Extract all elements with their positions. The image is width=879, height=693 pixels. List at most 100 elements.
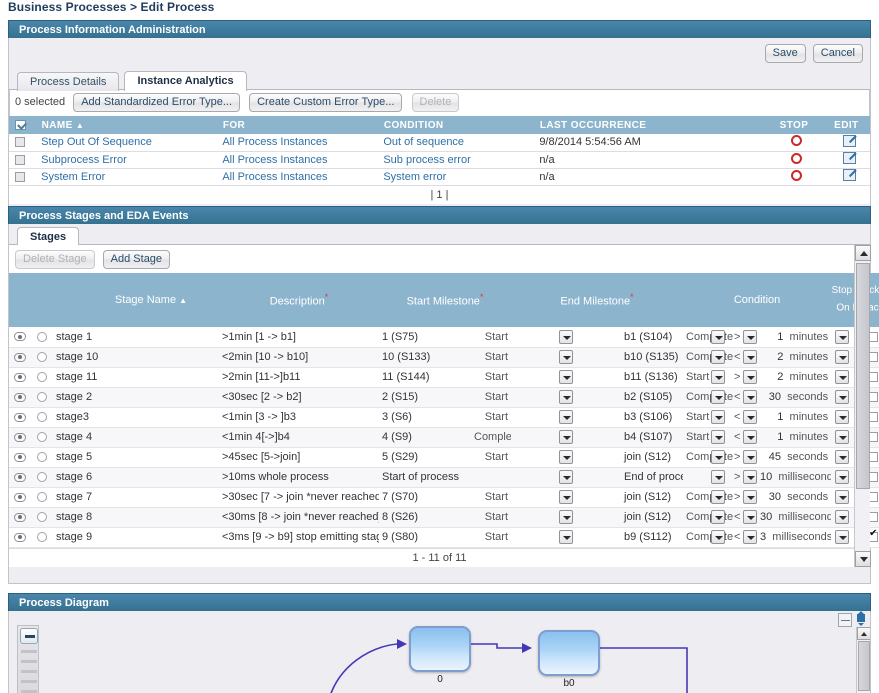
end-milestone-cell[interactable]: b10 (S135) bbox=[621, 347, 684, 368]
stage-view-cell[interactable] bbox=[9, 347, 31, 368]
column-header-edit[interactable]: EDIT bbox=[823, 116, 871, 134]
stage-view-cell[interactable] bbox=[9, 467, 31, 488]
end-event-cell[interactable]: Complete bbox=[683, 447, 733, 468]
stage-name-cell[interactable]: stage 11 bbox=[53, 367, 219, 388]
stop-circle-icon[interactable] bbox=[791, 152, 803, 164]
diagram-collapse-icon[interactable] bbox=[854, 611, 868, 627]
stage-description-cell[interactable]: >2min [11->]b11 bbox=[219, 367, 379, 388]
view-stage-icon[interactable] bbox=[14, 452, 26, 462]
table-row[interactable]: stage 8 <30ms [8 -> join *never reached] 8… bbox=[9, 507, 879, 528]
stage-name-cell[interactable]: stage 1 bbox=[53, 327, 219, 348]
start-event-dropdown[interactable] bbox=[511, 527, 622, 548]
diagram-scrollbar-thumb[interactable] bbox=[858, 641, 870, 691]
condition-unit-dropdown[interactable] bbox=[831, 347, 854, 368]
end-event-dropdown-icon[interactable] bbox=[711, 470, 726, 484]
table-row[interactable]: stage 10 <2min [10 -> b10] 10 (S133) Start b… bbox=[9, 347, 879, 368]
stage-view-cell[interactable] bbox=[9, 407, 31, 428]
end-event-cell[interactable]: Complete bbox=[683, 387, 733, 408]
condition-operator-cell[interactable]: > bbox=[731, 367, 758, 388]
stage-description-cell[interactable]: <1min [3 -> ]b3 bbox=[219, 407, 379, 428]
stage-description-cell[interactable]: >45sec [5->join] bbox=[219, 447, 379, 468]
start-event-cell[interactable]: Start bbox=[471, 507, 512, 528]
row-for-link[interactable]: All Process Instances bbox=[222, 136, 327, 148]
start-milestone-cell[interactable]: 11 (S144) bbox=[379, 367, 471, 388]
stage-select-cell[interactable] bbox=[31, 467, 53, 488]
diagram-node[interactable] bbox=[409, 626, 471, 672]
condition-operator-cell[interactable]: < bbox=[731, 347, 758, 368]
condition-unit-dropdown-icon[interactable] bbox=[835, 430, 850, 444]
row-stop-cell[interactable] bbox=[764, 134, 824, 152]
error-table-pager[interactable]: | 1 | bbox=[9, 185, 870, 204]
end-event-dropdown-icon[interactable] bbox=[711, 329, 726, 344]
select-stage-radio[interactable] bbox=[37, 432, 47, 443]
condition-value-cell[interactable]: 30 seconds bbox=[757, 387, 832, 408]
operator-dropdown-icon[interactable] bbox=[743, 410, 758, 424]
stage-select-cell[interactable] bbox=[31, 347, 53, 368]
stage-name-cell[interactable]: stage3 bbox=[53, 407, 219, 428]
view-stage-icon[interactable] bbox=[14, 412, 26, 422]
table-row[interactable]: System Error All Process Instances Syste… bbox=[9, 168, 870, 186]
operator-dropdown-icon[interactable] bbox=[743, 490, 758, 504]
condition-value-cell[interactable]: 45 seconds bbox=[757, 447, 832, 468]
condition-unit-dropdown[interactable] bbox=[831, 487, 854, 508]
condition-unit-dropdown-icon[interactable] bbox=[835, 450, 850, 464]
operator-dropdown-icon[interactable] bbox=[743, 370, 758, 384]
start-event-dropdown-icon[interactable] bbox=[559, 450, 574, 464]
start-event-dropdown[interactable] bbox=[511, 327, 622, 348]
condition-value-cell[interactable]: 1 minutes bbox=[757, 427, 832, 448]
edit-pencil-icon[interactable] bbox=[842, 134, 856, 147]
stage-view-cell[interactable] bbox=[9, 487, 31, 508]
condition-value-cell[interactable]: 2 minutes bbox=[757, 367, 832, 388]
stop-circle-icon[interactable] bbox=[791, 135, 803, 147]
stage-name-cell[interactable]: stage 6 bbox=[53, 467, 219, 488]
start-milestone-cell[interactable]: 3 (S6) bbox=[379, 407, 471, 428]
row-stop-cell[interactable] bbox=[764, 151, 824, 169]
select-all-checkbox-icon[interactable] bbox=[15, 119, 26, 130]
condition-value-cell[interactable]: 2 minutes bbox=[757, 347, 832, 368]
diagram-node[interactable] bbox=[538, 630, 600, 676]
start-event-dropdown[interactable] bbox=[511, 507, 622, 528]
condition-unit-dropdown[interactable] bbox=[831, 327, 854, 348]
stage-description-cell[interactable]: <1min 4[->]b4 bbox=[219, 427, 379, 448]
start-event-cell[interactable]: Start bbox=[471, 487, 512, 508]
condition-value-cell[interactable]: 30 seconds bbox=[757, 487, 832, 508]
table-row[interactable]: stage 9 <3ms [9 -> b9] stop emitting stag… bbox=[9, 527, 879, 548]
condition-operator-cell[interactable]: < bbox=[731, 427, 758, 448]
view-stage-icon[interactable] bbox=[14, 392, 26, 402]
stage-select-cell[interactable] bbox=[31, 527, 53, 548]
stage-select-cell[interactable] bbox=[31, 427, 53, 448]
condition-value-cell[interactable]: 1 minutes bbox=[757, 407, 832, 428]
end-event-dropdown-icon[interactable] bbox=[711, 510, 726, 524]
row-select-cell[interactable] bbox=[9, 151, 36, 169]
stage-select-cell[interactable] bbox=[31, 327, 53, 348]
end-event-dropdown-icon[interactable] bbox=[711, 490, 726, 504]
table-row[interactable]: stage 5 >45sec [5->join] 5 (S29) Start join … bbox=[9, 447, 879, 468]
start-event-cell[interactable]: Start bbox=[471, 327, 512, 348]
tab-process-details[interactable]: Process Details bbox=[17, 72, 120, 91]
stage-description-cell[interactable]: <2min [10 -> b10] bbox=[219, 347, 379, 368]
row-select-cell[interactable] bbox=[9, 134, 36, 152]
table-row[interactable]: stage 6 >10ms whole process Start of proce… bbox=[9, 467, 879, 488]
row-for-cell[interactable]: All Process Instances bbox=[216, 151, 378, 169]
select-stage-radio[interactable] bbox=[37, 331, 47, 342]
start-event-cell[interactable]: Start bbox=[471, 387, 512, 408]
start-event-dropdown-icon[interactable] bbox=[559, 329, 574, 344]
condition-unit-dropdown-icon[interactable] bbox=[835, 370, 850, 384]
add-stage-button[interactable]: Add Stage bbox=[102, 250, 171, 269]
row-name-cell[interactable]: Step Out Of Sequence bbox=[35, 134, 217, 152]
condition-unit-dropdown-icon[interactable] bbox=[835, 470, 850, 484]
end-milestone-cell[interactable]: join (S12) bbox=[621, 447, 684, 468]
stage-select-cell[interactable] bbox=[31, 407, 53, 428]
table-row[interactable]: stage 7 >30sec [7 -> join *never reached]… bbox=[9, 487, 879, 508]
view-stage-icon[interactable] bbox=[14, 372, 26, 382]
start-event-dropdown[interactable] bbox=[511, 487, 622, 508]
condition-value-cell[interactable]: 10 milliseconds bbox=[757, 467, 832, 488]
row-name-cell[interactable]: System Error bbox=[35, 168, 217, 186]
row-condition-cell[interactable]: Sub process error bbox=[377, 151, 534, 169]
condition-operator-cell[interactable]: < bbox=[731, 527, 758, 548]
start-event-dropdown[interactable] bbox=[511, 387, 622, 408]
operator-dropdown-icon[interactable] bbox=[743, 350, 758, 364]
end-event-cell[interactable]: Complete bbox=[683, 507, 733, 528]
row-edit-cell[interactable] bbox=[823, 134, 870, 152]
end-event-cell[interactable]: Start bbox=[683, 367, 709, 388]
